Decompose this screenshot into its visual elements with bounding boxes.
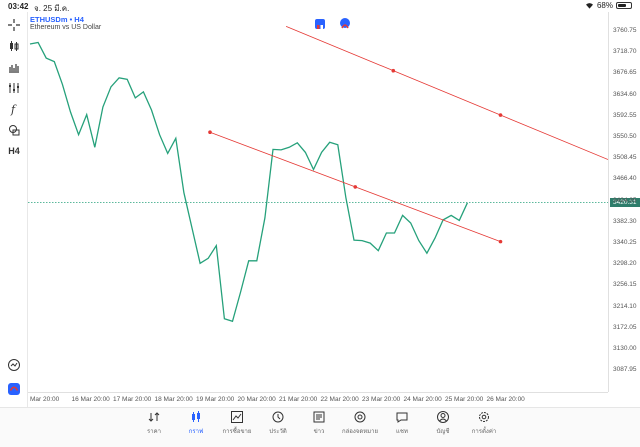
status-bar: 03:42 จ. 25 มี.ค. 68% bbox=[0, 0, 640, 13]
time-tick-label: 17 Mar 20:00 bbox=[113, 396, 152, 403]
nav-label: ประวัติ bbox=[269, 429, 287, 435]
trendline-handle[interactable] bbox=[208, 130, 212, 135]
trendline-handle[interactable] bbox=[498, 239, 503, 244]
app-logo-icon[interactable] bbox=[4, 380, 24, 398]
symbol-name[interactable]: ETHUSDm • H4 bbox=[30, 15, 84, 24]
trade-icon bbox=[231, 411, 243, 423]
timeframe-button[interactable]: H4 bbox=[4, 142, 24, 160]
chart-area[interactable]: ETHUSDm • H4 Ethereum vs US Dollar bbox=[28, 12, 608, 392]
nav-item-history[interactable]: ประวัติ bbox=[257, 410, 299, 436]
function-icon[interactable]: f bbox=[4, 100, 24, 118]
price-tick-label: 3340.25 bbox=[613, 239, 637, 246]
trendline[interactable] bbox=[285, 25, 608, 160]
price-tick-label: 3298.20 bbox=[613, 260, 637, 268]
indicators-icon[interactable] bbox=[4, 79, 24, 97]
time-tick-label: 18 Mar 20:00 bbox=[154, 396, 193, 403]
nav-label: บัญชี bbox=[436, 429, 450, 435]
one-click-trading-icon[interactable] bbox=[340, 18, 350, 29]
bars-icon[interactable] bbox=[4, 58, 24, 76]
price-axis[interactable]: 3420.31 3760.75 3718.70 3676.65 3634.60 3592… bbox=[608, 12, 640, 392]
time-tick-label: 24 Mar 20:00 bbox=[403, 396, 442, 403]
price-tick-label: 3256.15 bbox=[613, 281, 637, 289]
price-tick-label: 3087.95 bbox=[613, 366, 637, 374]
price-tick-label: 3676.65 bbox=[613, 69, 637, 77]
battery-icon bbox=[616, 2, 632, 9]
price-tick-label: 3592.55 bbox=[613, 111, 637, 119]
chart-icon bbox=[192, 411, 200, 422]
price-tick-label: 3634.60 bbox=[613, 90, 637, 98]
nav-label: ราคา bbox=[147, 429, 161, 435]
time-tick-label: 23 Mar 20:00 bbox=[362, 396, 401, 403]
time-tick-label: 19 Mar 20:00 bbox=[196, 396, 235, 403]
bottom-navigation: ราคา กราฟ การซื้อขาย ประวัติ ข่าว กล่องจดหมาย… bbox=[0, 407, 640, 447]
nav-label: ข่าว bbox=[313, 429, 325, 435]
nav-item-quotes[interactable]: ราคา bbox=[133, 410, 175, 436]
price-tick-label: 3130.00 bbox=[613, 345, 637, 352]
price-tick-label: 3760.75 bbox=[613, 27, 637, 34]
trendline-handle[interactable] bbox=[498, 113, 503, 117]
price-tick-label: 3466.40 bbox=[613, 175, 637, 183]
news-icon bbox=[313, 411, 325, 423]
candles-icon[interactable] bbox=[4, 37, 24, 55]
price-tick-label: 3550.50 bbox=[613, 133, 637, 140]
nav-item-settings[interactable]: การตั้งค่า bbox=[463, 410, 505, 436]
price-tick-label: 3424.35 bbox=[613, 196, 637, 204]
battery-percent: 68% bbox=[596, 1, 613, 10]
price-tick-label: 3172.05 bbox=[613, 323, 637, 331]
nav-item-chart[interactable]: กราฟ bbox=[175, 410, 217, 436]
time-tick-label: 26 Mar 20:00 bbox=[486, 396, 525, 403]
price-tick-label: 3508.45 bbox=[613, 154, 637, 162]
time-tick-label: 16 Mar 20:00 bbox=[71, 396, 110, 403]
mail-icon bbox=[354, 411, 366, 423]
nav-label: แชท bbox=[396, 429, 408, 435]
trade-panel-icon[interactable] bbox=[315, 19, 325, 29]
account-icon bbox=[437, 411, 449, 423]
time-tick-label: 21 Mar 20:00 bbox=[279, 396, 318, 403]
nav-item-mail[interactable]: กล่องจดหมาย bbox=[339, 410, 381, 436]
trendline-handle[interactable] bbox=[391, 68, 396, 73]
status-indicators: 68% bbox=[585, 1, 632, 10]
nav-item-chat[interactable]: แชท bbox=[381, 410, 423, 436]
battery-level bbox=[618, 4, 627, 7]
quotes-icon bbox=[148, 412, 160, 422]
nav-item-news[interactable]: ข่าว bbox=[298, 410, 340, 436]
time-tick-label: Mar 20:00 bbox=[30, 396, 60, 403]
status-time: 03:42 bbox=[8, 2, 29, 11]
nav-label: กราฟ bbox=[188, 429, 204, 435]
zoom-icon[interactable] bbox=[4, 356, 24, 374]
nav-label: กล่องจดหมาย bbox=[341, 429, 379, 435]
objects-icon[interactable] bbox=[4, 121, 24, 139]
price-tick-label: 3718.70 bbox=[613, 48, 637, 56]
settings-icon bbox=[479, 412, 489, 422]
trendline-handle[interactable] bbox=[353, 185, 358, 189]
time-tick-label: 22 Mar 20:00 bbox=[320, 396, 359, 403]
crosshair-icon[interactable] bbox=[4, 16, 24, 34]
price-line-series bbox=[29, 41, 468, 323]
symbol-description: Ethereum vs US Dollar bbox=[30, 24, 102, 31]
wifi-icon bbox=[585, 3, 593, 9]
price-chart[interactable] bbox=[28, 12, 608, 392]
nav-label: การตั้งค่า bbox=[471, 429, 497, 435]
history-icon bbox=[272, 411, 284, 423]
nav-label: การซื้อขาย bbox=[222, 429, 252, 435]
price-tick-label: 3382.30 bbox=[613, 217, 637, 225]
time-tick-label: 25 Mar 20:00 bbox=[445, 396, 484, 403]
left-toolbar: f H4 bbox=[0, 12, 28, 407]
nav-item-trade[interactable]: การซื้อขาย bbox=[216, 410, 258, 436]
chat-icon bbox=[396, 412, 408, 423]
nav-item-account[interactable]: บัญชี bbox=[422, 410, 464, 436]
time-tick-label: 20 Mar 20:00 bbox=[237, 396, 276, 403]
price-tick-label: 3214.10 bbox=[613, 302, 637, 310]
svg-text:f: f bbox=[10, 103, 17, 116]
time-axis[interactable]: Mar 20:00 16 Mar 20:00 17 Mar 20:00 18 Mar … bbox=[28, 392, 608, 407]
